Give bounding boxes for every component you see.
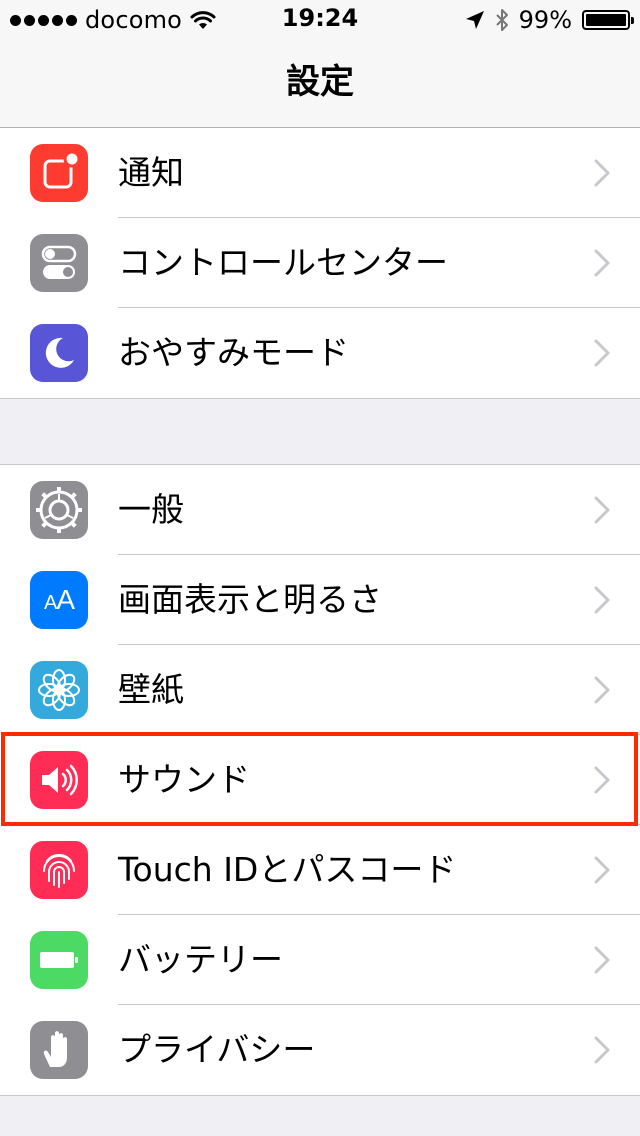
settings-item-label: プライバシー (118, 1030, 316, 1069)
battery-percent: 99% (518, 6, 572, 34)
settings-item-label: おやすみモード (118, 333, 349, 372)
settings-item-general[interactable]: 一般 (0, 465, 640, 555)
chevron-right-icon (594, 946, 610, 974)
settings-group-1: 通知 コントロールセンター おやすみモード (0, 128, 640, 399)
battery-icon (30, 931, 88, 989)
chevron-right-icon (594, 496, 610, 524)
settings-item-label: Touch IDとパスコード (118, 850, 457, 889)
settings-item-label: バッテリー (118, 940, 283, 979)
chevron-right-icon (594, 249, 610, 277)
speaker-icon (30, 751, 88, 809)
settings-item-label: 通知 (118, 153, 184, 192)
navigation-bar: 設定 (0, 40, 640, 128)
settings-item-label: 画面表示と明るさ (118, 580, 382, 619)
chevron-right-icon (594, 676, 610, 704)
bluetooth-icon (495, 9, 508, 31)
status-right: 99% (465, 6, 634, 34)
hand-icon (30, 1021, 88, 1079)
settings-item-display-brightness[interactable]: AA 画面表示と明るさ (0, 555, 640, 645)
chevron-right-icon (594, 1036, 610, 1064)
settings-item-notifications[interactable]: 通知 (0, 128, 640, 218)
settings-item-control-center[interactable]: コントロールセンター (0, 218, 640, 308)
settings-item-battery[interactable]: バッテリー (0, 915, 640, 1005)
settings-item-label: 壁紙 (118, 670, 184, 709)
location-arrow-icon (465, 11, 484, 29)
gear-icon (30, 481, 88, 539)
settings-item-touch-id-passcode[interactable]: Touch IDとパスコード (0, 825, 640, 915)
settings-group-2: 一般 AA 画面表示と明るさ 壁紙 サウンド Touch IDとパスコード バッ… (0, 464, 640, 1096)
settings-item-label: コントロールセンター (118, 243, 448, 282)
battery-status-icon (582, 10, 634, 30)
settings-item-do-not-disturb[interactable]: おやすみモード (0, 308, 640, 398)
settings-item-label: 一般 (118, 490, 184, 529)
chevron-right-icon (594, 856, 610, 884)
chevron-right-icon (594, 586, 610, 614)
chevron-right-icon (594, 766, 610, 794)
chevron-right-icon (594, 339, 610, 367)
status-bar: docomo 19:24 99% (0, 0, 640, 40)
settings-item-label: サウンド (118, 760, 250, 799)
page-title: 設定 (286, 62, 354, 102)
control-center-icon (30, 234, 88, 292)
text-size-icon: AA (30, 571, 88, 629)
fingerprint-icon (30, 841, 88, 899)
settings-item-privacy[interactable]: プライバシー (0, 1005, 640, 1095)
settings-item-sounds[interactable]: サウンド (0, 735, 640, 825)
flower-icon (30, 661, 88, 719)
moon-icon (30, 324, 88, 382)
settings-item-wallpaper[interactable]: 壁紙 (0, 645, 640, 735)
chevron-right-icon (594, 159, 610, 187)
notifications-icon (30, 144, 88, 202)
